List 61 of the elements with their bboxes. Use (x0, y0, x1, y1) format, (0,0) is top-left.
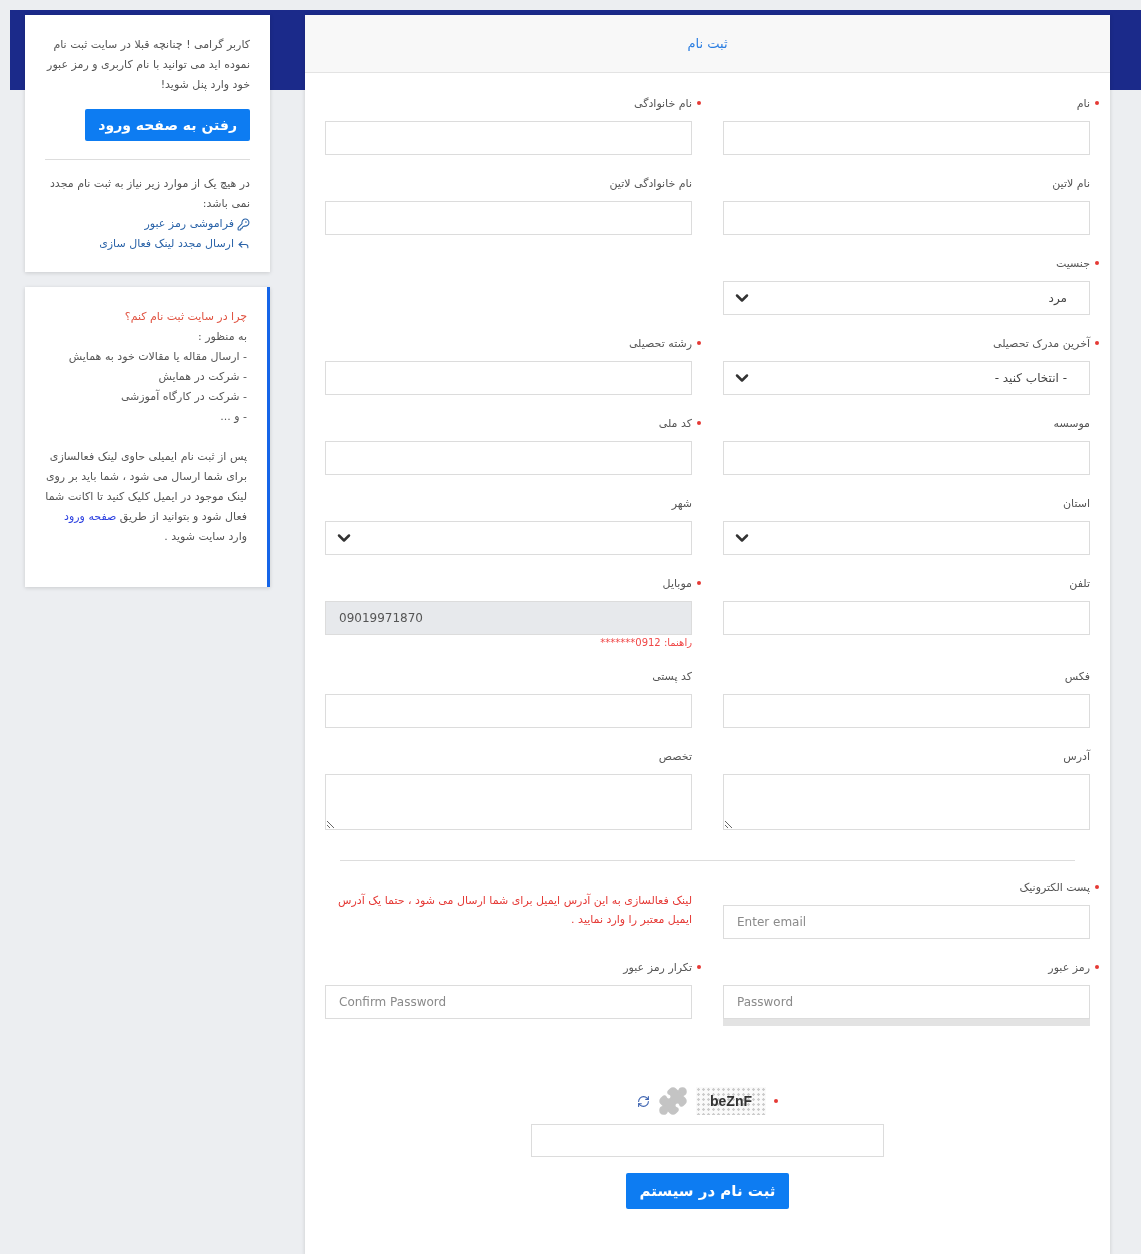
info-line: - و ... (219, 409, 247, 425)
select-field[interactable] (325, 521, 692, 555)
input-field[interactable] (723, 694, 1090, 728)
field-hint: راهنما: 0912******* (600, 637, 692, 648)
login-button[interactable]: رفتن به صفحه ورود (85, 109, 250, 141)
email-note: لینک فعالسازی به این آدرس ایمیل برای شما ارسال می شود ، حتما یک آدرس ایمیل معتبر را وارد نمایید . (337, 892, 692, 928)
field-label: کد ملی (658, 416, 692, 430)
field-label: تخصص (658, 749, 692, 763)
input-field[interactable] (723, 121, 1090, 155)
info-line: - شرکت در همایش (157, 369, 247, 385)
input-field[interactable] (325, 361, 692, 395)
field-label: رشته تحصیلی (628, 336, 692, 350)
input-field[interactable]: Confirm Password (325, 985, 692, 1019)
field-label: موبایل (662, 576, 692, 590)
refresh-icon[interactable] (637, 1094, 650, 1108)
field-label: موسسه (1053, 416, 1090, 430)
input-field[interactable] (723, 441, 1090, 475)
field-label: نام (1076, 96, 1090, 110)
field-label: شهر (671, 496, 692, 510)
panel-title: ثبت نام (687, 36, 728, 51)
key-icon (237, 217, 250, 231)
captcha-image: beZnF (696, 1087, 766, 1115)
field-label: رمز عبور (1048, 960, 1090, 974)
select-field[interactable] (723, 521, 1090, 555)
input-field[interactable] (723, 201, 1090, 235)
login-link[interactable]: صفحه ورود (64, 510, 117, 523)
field-label: کد پستی (652, 669, 692, 683)
select-field[interactable]: - انتخاب کنید - (723, 361, 1090, 395)
select-field[interactable]: مرد (723, 281, 1090, 315)
field-label: جنسیت (1055, 256, 1090, 270)
input-field[interactable] (723, 601, 1090, 635)
field-label: استان (1062, 496, 1090, 510)
field-label: فکس (1064, 669, 1090, 683)
info-line: به منظور : (197, 329, 247, 345)
puzzle-icon[interactable] (658, 1086, 688, 1116)
input-field[interactable] (325, 694, 692, 728)
sidebar-link[interactable]: ارسال مجدد لینک فعال سازی (99, 234, 250, 254)
info-title: چرا در سایت ثبت نام کنم؟ (123, 309, 247, 325)
input-field[interactable] (325, 201, 692, 235)
textarea-field[interactable] (325, 774, 692, 830)
field-label: پست الکترونیک (1019, 880, 1090, 894)
field-label: نام لاتین (1052, 176, 1090, 190)
input-field[interactable]: Password (723, 985, 1090, 1019)
login-note: در هیچ یک از موارد زیر نیاز به ثبت نام مجدد نمی باشد: (48, 176, 250, 212)
field-label: نام خانوادگی لاتین (609, 176, 692, 190)
info-line: - ارسال مقاله یا مقالات خود به همایش (67, 349, 247, 365)
submit-button[interactable]: ثبت نام در سیستم (625, 1173, 790, 1209)
captcha-input[interactable] (531, 1124, 884, 1157)
input-field[interactable] (325, 121, 692, 155)
textarea-field[interactable] (723, 774, 1090, 830)
input-field[interactable]: Enter email (723, 905, 1090, 939)
info-paragraph: پس از ثبت نام ایمیلی حاوی لینک فعالسازی برای شما ارسال می شود ، شما باید بر روی لینک موجود در ایمیل کلیک کنید تا اکانت شما فعال شود و بتوانید از طریق صفحه ورود وارد سایت شوید . (45, 449, 247, 545)
field-label: تلفن (1069, 576, 1090, 590)
sidebar-link[interactable]: فراموشی رمز عبور (144, 214, 250, 234)
field-label: نام خانوادگی (634, 96, 692, 110)
field-label: آدرس (1063, 749, 1090, 763)
field-label: آخرین مدرک تحصیلی (993, 336, 1090, 350)
input-field[interactable] (325, 441, 692, 475)
info-line: - شرکت در کارگاه آموزشی (119, 388, 247, 405)
login-message: کاربر گرامی ! چنانچه قبلا در سایت ثبت نام نموده اید می توانید با نام کاربری و رمز عبور خود وارد پنل شوید! (45, 37, 250, 93)
field-label: تکرار رمز عبور (623, 960, 692, 974)
